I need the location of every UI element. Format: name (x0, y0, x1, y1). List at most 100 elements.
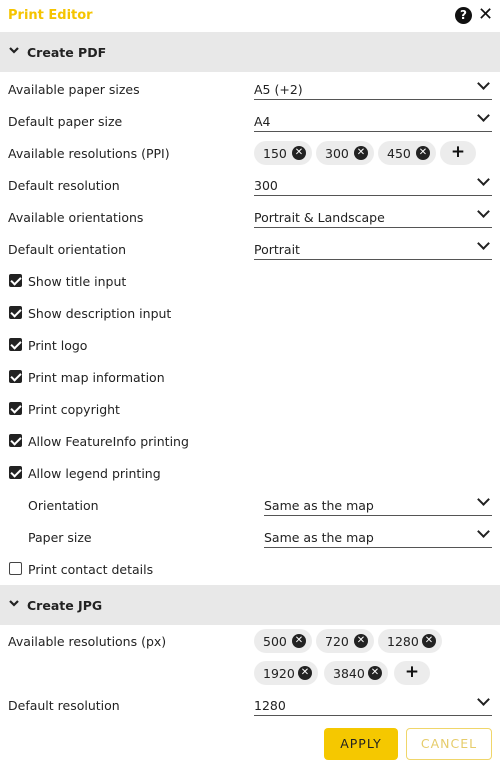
checkbox-show-title-input[interactable]: Show title input (0, 265, 500, 297)
dialog-titlebar: Print Editor ? ✕ (0, 0, 500, 31)
select-value: 1280 (254, 698, 286, 713)
resolution-chip: 720 ✕ (316, 629, 374, 653)
checkbox-unchecked-icon[interactable] (9, 562, 22, 575)
checkbox-checked-icon[interactable] (9, 274, 22, 287)
select-value: Same as the map (264, 530, 374, 545)
resolution-chip: 500 ✕ (254, 629, 312, 653)
checkbox-label: Print copyright (28, 402, 120, 417)
remove-icon[interactable]: ✕ (354, 634, 368, 648)
select-value: Portrait & Landscape (254, 210, 385, 225)
chevron-down-icon (477, 205, 490, 218)
close-icon[interactable]: ✕ (478, 5, 493, 25)
row-legend-orientation: Orientation Same as the map (0, 489, 500, 521)
chevron-down-icon (477, 109, 490, 122)
row-jpg-default-resolution: Default resolution 1280 (0, 689, 500, 721)
legend-orientation-select[interactable]: Same as the map (264, 492, 492, 516)
select-value: A4 (254, 114, 271, 129)
row-available-resolutions-px-cont: 1920 ✕ 3840 ✕ + (0, 657, 500, 689)
checkbox-checked-icon[interactable] (9, 434, 22, 447)
chevron-down-icon (477, 77, 490, 90)
resolution-chip: 150 ✕ (254, 141, 312, 165)
chip-label: 720 (325, 634, 349, 649)
field-label: Default paper size (8, 114, 123, 129)
chip-label: 1920 (263, 666, 295, 681)
remove-icon[interactable]: ✕ (354, 146, 368, 160)
chevron-down-icon (477, 693, 490, 706)
section-title: Create JPG (27, 598, 103, 613)
checkbox-print-map-information[interactable]: Print map information (0, 361, 500, 393)
checkbox-checked-icon[interactable] (9, 402, 22, 415)
field-label: Available resolutions (PPI) (8, 146, 170, 161)
checkbox-label: Allow legend printing (28, 466, 161, 481)
default-paper-size-select[interactable]: A4 (254, 108, 492, 132)
add-resolution-button[interactable]: + (394, 661, 430, 685)
row-available-orientations: Available orientations Portrait & Landsc… (0, 201, 500, 233)
checkbox-label: Show title input (28, 274, 127, 289)
select-value: Portrait (254, 242, 300, 257)
help-icon[interactable]: ? (455, 7, 472, 24)
remove-icon[interactable]: ✕ (422, 634, 436, 648)
chip-label: 1280 (387, 634, 419, 649)
remove-icon[interactable]: ✕ (298, 666, 312, 680)
resolution-chip: 1280 ✕ (378, 629, 442, 653)
section-create-jpg[interactable]: Create JPG (0, 585, 500, 625)
chip-label: 3840 (333, 666, 365, 681)
checkbox-checked-icon[interactable] (9, 338, 22, 351)
checkbox-checked-icon[interactable] (9, 370, 22, 383)
checkbox-label: Show description input (28, 306, 172, 321)
checkbox-print-copyright[interactable]: Print copyright (0, 393, 500, 425)
remove-icon[interactable]: ✕ (292, 146, 306, 160)
select-value: A5 (+2) (254, 82, 303, 97)
apply-button[interactable]: APPLY (324, 728, 398, 760)
checkbox-checked-icon[interactable] (9, 466, 22, 479)
chevron-down-icon (477, 237, 490, 250)
select-value: 300 (254, 178, 278, 193)
row-legend-paper-size: Paper size Same as the map (0, 521, 500, 553)
checkbox-checked-icon[interactable] (9, 306, 22, 319)
row-available-resolutions-px: Available resolutions (px) 500 ✕ 720 ✕ 1… (0, 625, 500, 657)
field-label: Default resolution (8, 698, 120, 713)
plus-icon: + (404, 662, 420, 682)
add-resolution-button[interactable]: + (440, 141, 476, 165)
chevron-down-icon (8, 44, 20, 60)
field-label: Available orientations (8, 210, 144, 225)
row-default-orientation: Default orientation Portrait (0, 233, 500, 265)
field-label: Paper size (28, 530, 92, 545)
plus-icon: + (450, 142, 466, 162)
available-paper-sizes-select[interactable]: A5 (+2) (254, 76, 492, 100)
checkbox-label: Print logo (28, 338, 88, 353)
row-available-paper-sizes: Available paper sizes A5 (+2) (0, 73, 500, 105)
available-orientations-select[interactable]: Portrait & Landscape (254, 204, 492, 228)
checkbox-allow-legend-printing[interactable]: Allow legend printing (0, 457, 500, 489)
chevron-down-icon (477, 173, 490, 186)
default-orientation-select[interactable]: Portrait (254, 236, 492, 260)
section-title: Create PDF (27, 45, 107, 60)
checkbox-allow-featureinfo-printing[interactable]: Allow FeatureInfo printing (0, 425, 500, 457)
remove-icon[interactable]: ✕ (368, 666, 382, 680)
row-available-resolutions-ppi: Available resolutions (PPI) 150 ✕ 300 ✕ … (0, 137, 500, 169)
field-label: Available resolutions (px) (8, 634, 167, 649)
chevron-down-icon (477, 525, 490, 538)
resolution-chip: 300 ✕ (316, 141, 374, 165)
checkbox-show-description-input[interactable]: Show description input (0, 297, 500, 329)
row-default-paper-size: Default paper size A4 (0, 105, 500, 137)
jpg-default-resolution-select[interactable]: 1280 (254, 692, 492, 716)
legend-paper-size-select[interactable]: Same as the map (264, 524, 492, 548)
section-create-pdf[interactable]: Create PDF (0, 32, 500, 72)
dialog-title: Print Editor (8, 8, 93, 23)
field-label: Available paper sizes (8, 82, 140, 97)
default-resolution-select[interactable]: 300 (254, 172, 492, 196)
checkbox-label: Allow FeatureInfo printing (28, 434, 189, 449)
remove-icon[interactable]: ✕ (292, 634, 306, 648)
checkbox-print-contact-details[interactable]: Print contact details (0, 553, 500, 585)
checkbox-print-logo[interactable]: Print logo (0, 329, 500, 361)
cancel-button[interactable]: CANCEL (406, 728, 492, 760)
chevron-down-icon (477, 493, 490, 506)
chip-label: 450 (387, 146, 411, 161)
chevron-down-icon (8, 597, 20, 613)
field-label: Orientation (28, 498, 99, 513)
chip-label: 150 (263, 146, 287, 161)
resolution-chip: 450 ✕ (378, 141, 436, 165)
remove-icon[interactable]: ✕ (416, 146, 430, 160)
field-label: Default orientation (8, 242, 127, 257)
